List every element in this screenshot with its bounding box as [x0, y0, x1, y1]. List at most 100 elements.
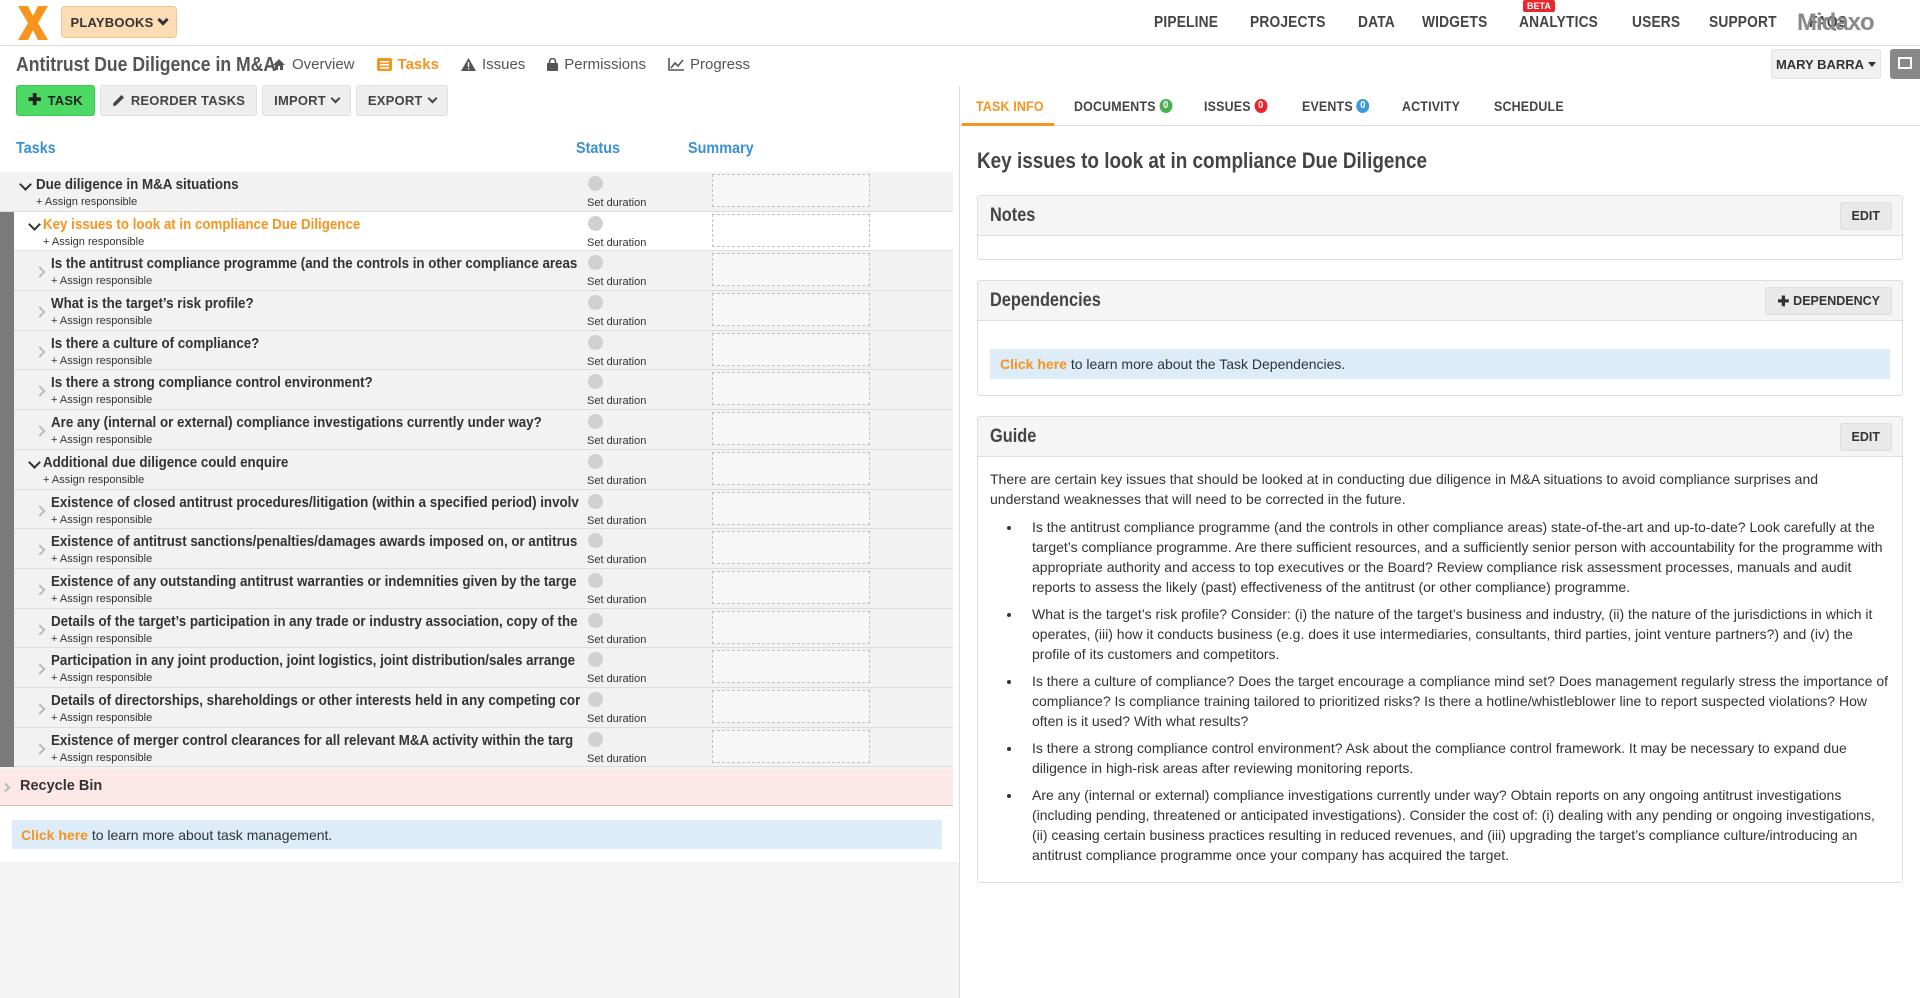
task-row[interactable]: What is the target’s risk profile? + Assi… [0, 291, 953, 331]
task-row[interactable]: Details of directorships, shareholdings … [0, 687, 953, 728]
assign-responsible-link[interactable]: + Assign responsible [43, 236, 144, 248]
task-row[interactable]: Existence of antitrust sanctions/penalti… [0, 529, 953, 569]
status-indicator[interactable] [588, 176, 603, 191]
status-indicator[interactable] [588, 414, 603, 430]
dependencies-link[interactable]: Click here [1000, 356, 1067, 372]
set-duration-link[interactable]: Set duration [587, 594, 646, 606]
chevron-right-icon[interactable] [34, 346, 46, 358]
expand-view-button[interactable] [1890, 49, 1920, 79]
chevron-down-icon[interactable] [28, 455, 41, 469]
task-title[interactable]: Key issues to look at in compliance Due … [43, 217, 360, 233]
summary-box[interactable] [712, 689, 870, 723]
nav-analytics[interactable]: ANALYTICS [1519, 14, 1598, 32]
task-title[interactable]: Is the antitrust compliance programme (a… [51, 256, 577, 272]
set-duration-link[interactable]: Set duration [587, 435, 646, 447]
task-row[interactable]: Is there a strong compliance control env… [0, 370, 953, 411]
nav-data[interactable]: DATA [1358, 14, 1395, 32]
tab-activity[interactable]: ACTIVITY [1402, 86, 1460, 126]
chevron-right-icon[interactable] [34, 385, 46, 398]
nav-support[interactable]: SUPPORT [1709, 14, 1777, 32]
task-row[interactable]: Due diligence in M&A situations + Assign … [0, 172, 953, 212]
status-indicator[interactable] [588, 533, 603, 549]
task-title[interactable]: Is there a strong compliance control env… [51, 375, 373, 391]
chevron-down-icon[interactable] [28, 217, 41, 231]
user-menu-button[interactable]: MARY BARRA [1771, 49, 1881, 79]
set-duration-link[interactable]: Set duration [587, 753, 646, 765]
assign-responsible-link[interactable]: + Assign responsible [51, 434, 152, 446]
assign-responsible-link[interactable]: + Assign responsible [43, 474, 144, 486]
add-dependency-button[interactable]: ✚ DEPENDENCY [1765, 287, 1892, 315]
task-row[interactable]: Participation in any joint production, j… [0, 648, 953, 688]
set-duration-link[interactable]: Set duration [587, 356, 646, 368]
status-indicator[interactable] [588, 453, 603, 469]
chevron-right-icon[interactable] [34, 425, 46, 437]
chevron-right-icon[interactable] [34, 703, 46, 715]
chevron-down-icon[interactable] [19, 178, 32, 191]
task-row[interactable]: Are any (internal or external) complianc… [0, 410, 953, 450]
chevron-right-icon[interactable] [34, 623, 46, 636]
midaxo-brand-logo[interactable]: Midaxo [1797, 9, 1875, 37]
summary-box[interactable] [712, 372, 870, 406]
set-duration-link[interactable]: Set duration [587, 395, 646, 407]
assign-responsible-link[interactable]: + Assign responsible [51, 553, 152, 565]
task-title[interactable]: Participation in any joint production, j… [51, 653, 575, 669]
set-duration-link[interactable]: Set duration [587, 197, 646, 209]
task-title[interactable]: Additional due diligence could enquire [43, 455, 288, 471]
chevron-right-icon[interactable] [34, 742, 46, 755]
task-row[interactable]: Is the antitrust compliance programme (a… [0, 251, 953, 292]
tab-overview[interactable]: Overview [272, 56, 355, 73]
assign-responsible-link[interactable]: + Assign responsible [51, 672, 152, 684]
summary-box[interactable] [712, 293, 870, 327]
set-duration-link[interactable]: Set duration [587, 673, 646, 685]
task-title[interactable]: Existence of closed antitrust procedures… [51, 495, 579, 511]
task-title[interactable]: Due diligence in M&A situations [36, 177, 239, 193]
task-row[interactable]: Existence of merger control clearances f… [0, 727, 953, 768]
task-title[interactable]: What is the target’s risk profile? [51, 296, 254, 312]
nav-projects[interactable]: PROJECTS [1250, 14, 1326, 32]
assign-responsible-link[interactable]: + Assign responsible [51, 712, 152, 724]
status-indicator[interactable] [588, 374, 603, 390]
status-indicator[interactable] [588, 612, 603, 628]
task-title[interactable]: Is there a culture of compliance? [51, 336, 259, 352]
status-indicator[interactable] [588, 255, 603, 271]
chevron-right-icon[interactable] [34, 306, 46, 318]
task-title[interactable]: Details of the target’s participation in… [51, 614, 578, 630]
chevron-right-icon[interactable] [34, 584, 46, 596]
set-duration-link[interactable]: Set duration [587, 515, 646, 527]
nav-pipeline[interactable]: PIPELINE [1154, 14, 1218, 32]
add-task-button[interactable]: ✚ TASK [16, 85, 95, 116]
chevron-right-icon[interactable] [34, 663, 46, 675]
tab-issues-detail[interactable]: ISSUES 0 [1204, 86, 1268, 126]
set-duration-link[interactable]: Set duration [587, 554, 646, 566]
set-duration-link[interactable]: Set duration [587, 713, 646, 725]
task-title[interactable]: Existence of any outstanding antitrust w… [51, 574, 577, 590]
midaxo-x-logo[interactable] [16, 4, 50, 42]
summary-box[interactable] [712, 451, 870, 485]
set-duration-link[interactable]: Set duration [587, 237, 646, 249]
summary-box[interactable] [712, 412, 870, 446]
summary-box[interactable] [712, 531, 870, 565]
task-management-link[interactable]: Click here [21, 827, 88, 843]
summary-box[interactable] [712, 650, 870, 684]
set-duration-link[interactable]: Set duration [587, 276, 646, 288]
guide-edit-button[interactable]: EDIT [1839, 423, 1892, 451]
set-duration-link[interactable]: Set duration [587, 475, 646, 487]
chevron-right-icon[interactable] [34, 504, 46, 517]
assign-responsible-link[interactable]: + Assign responsible [51, 593, 152, 605]
import-dropdown[interactable]: IMPORT [262, 85, 351, 116]
assign-responsible-link[interactable]: + Assign responsible [51, 394, 152, 406]
assign-responsible-link[interactable]: + Assign responsible [51, 275, 152, 287]
task-row[interactable]: Additional due diligence could enquire + … [0, 449, 953, 490]
tab-tasks[interactable]: Tasks [376, 56, 439, 73]
summary-box[interactable] [712, 570, 870, 604]
assign-responsible-link[interactable]: + Assign responsible [51, 752, 152, 764]
summary-box[interactable] [712, 491, 870, 525]
tab-task-info[interactable]: TASK INFO [976, 86, 1044, 126]
task-row[interactable]: Details of the target’s participation in… [0, 608, 953, 649]
status-indicator[interactable] [588, 295, 603, 311]
set-duration-link[interactable]: Set duration [587, 634, 646, 646]
assign-responsible-link[interactable]: + Assign responsible [36, 196, 137, 208]
task-row[interactable]: Is there a culture of compliance? + Assig… [0, 330, 953, 371]
tab-schedule[interactable]: SCHEDULE [1494, 86, 1564, 126]
recycle-bin-row[interactable]: Recycle Bin [0, 769, 953, 806]
